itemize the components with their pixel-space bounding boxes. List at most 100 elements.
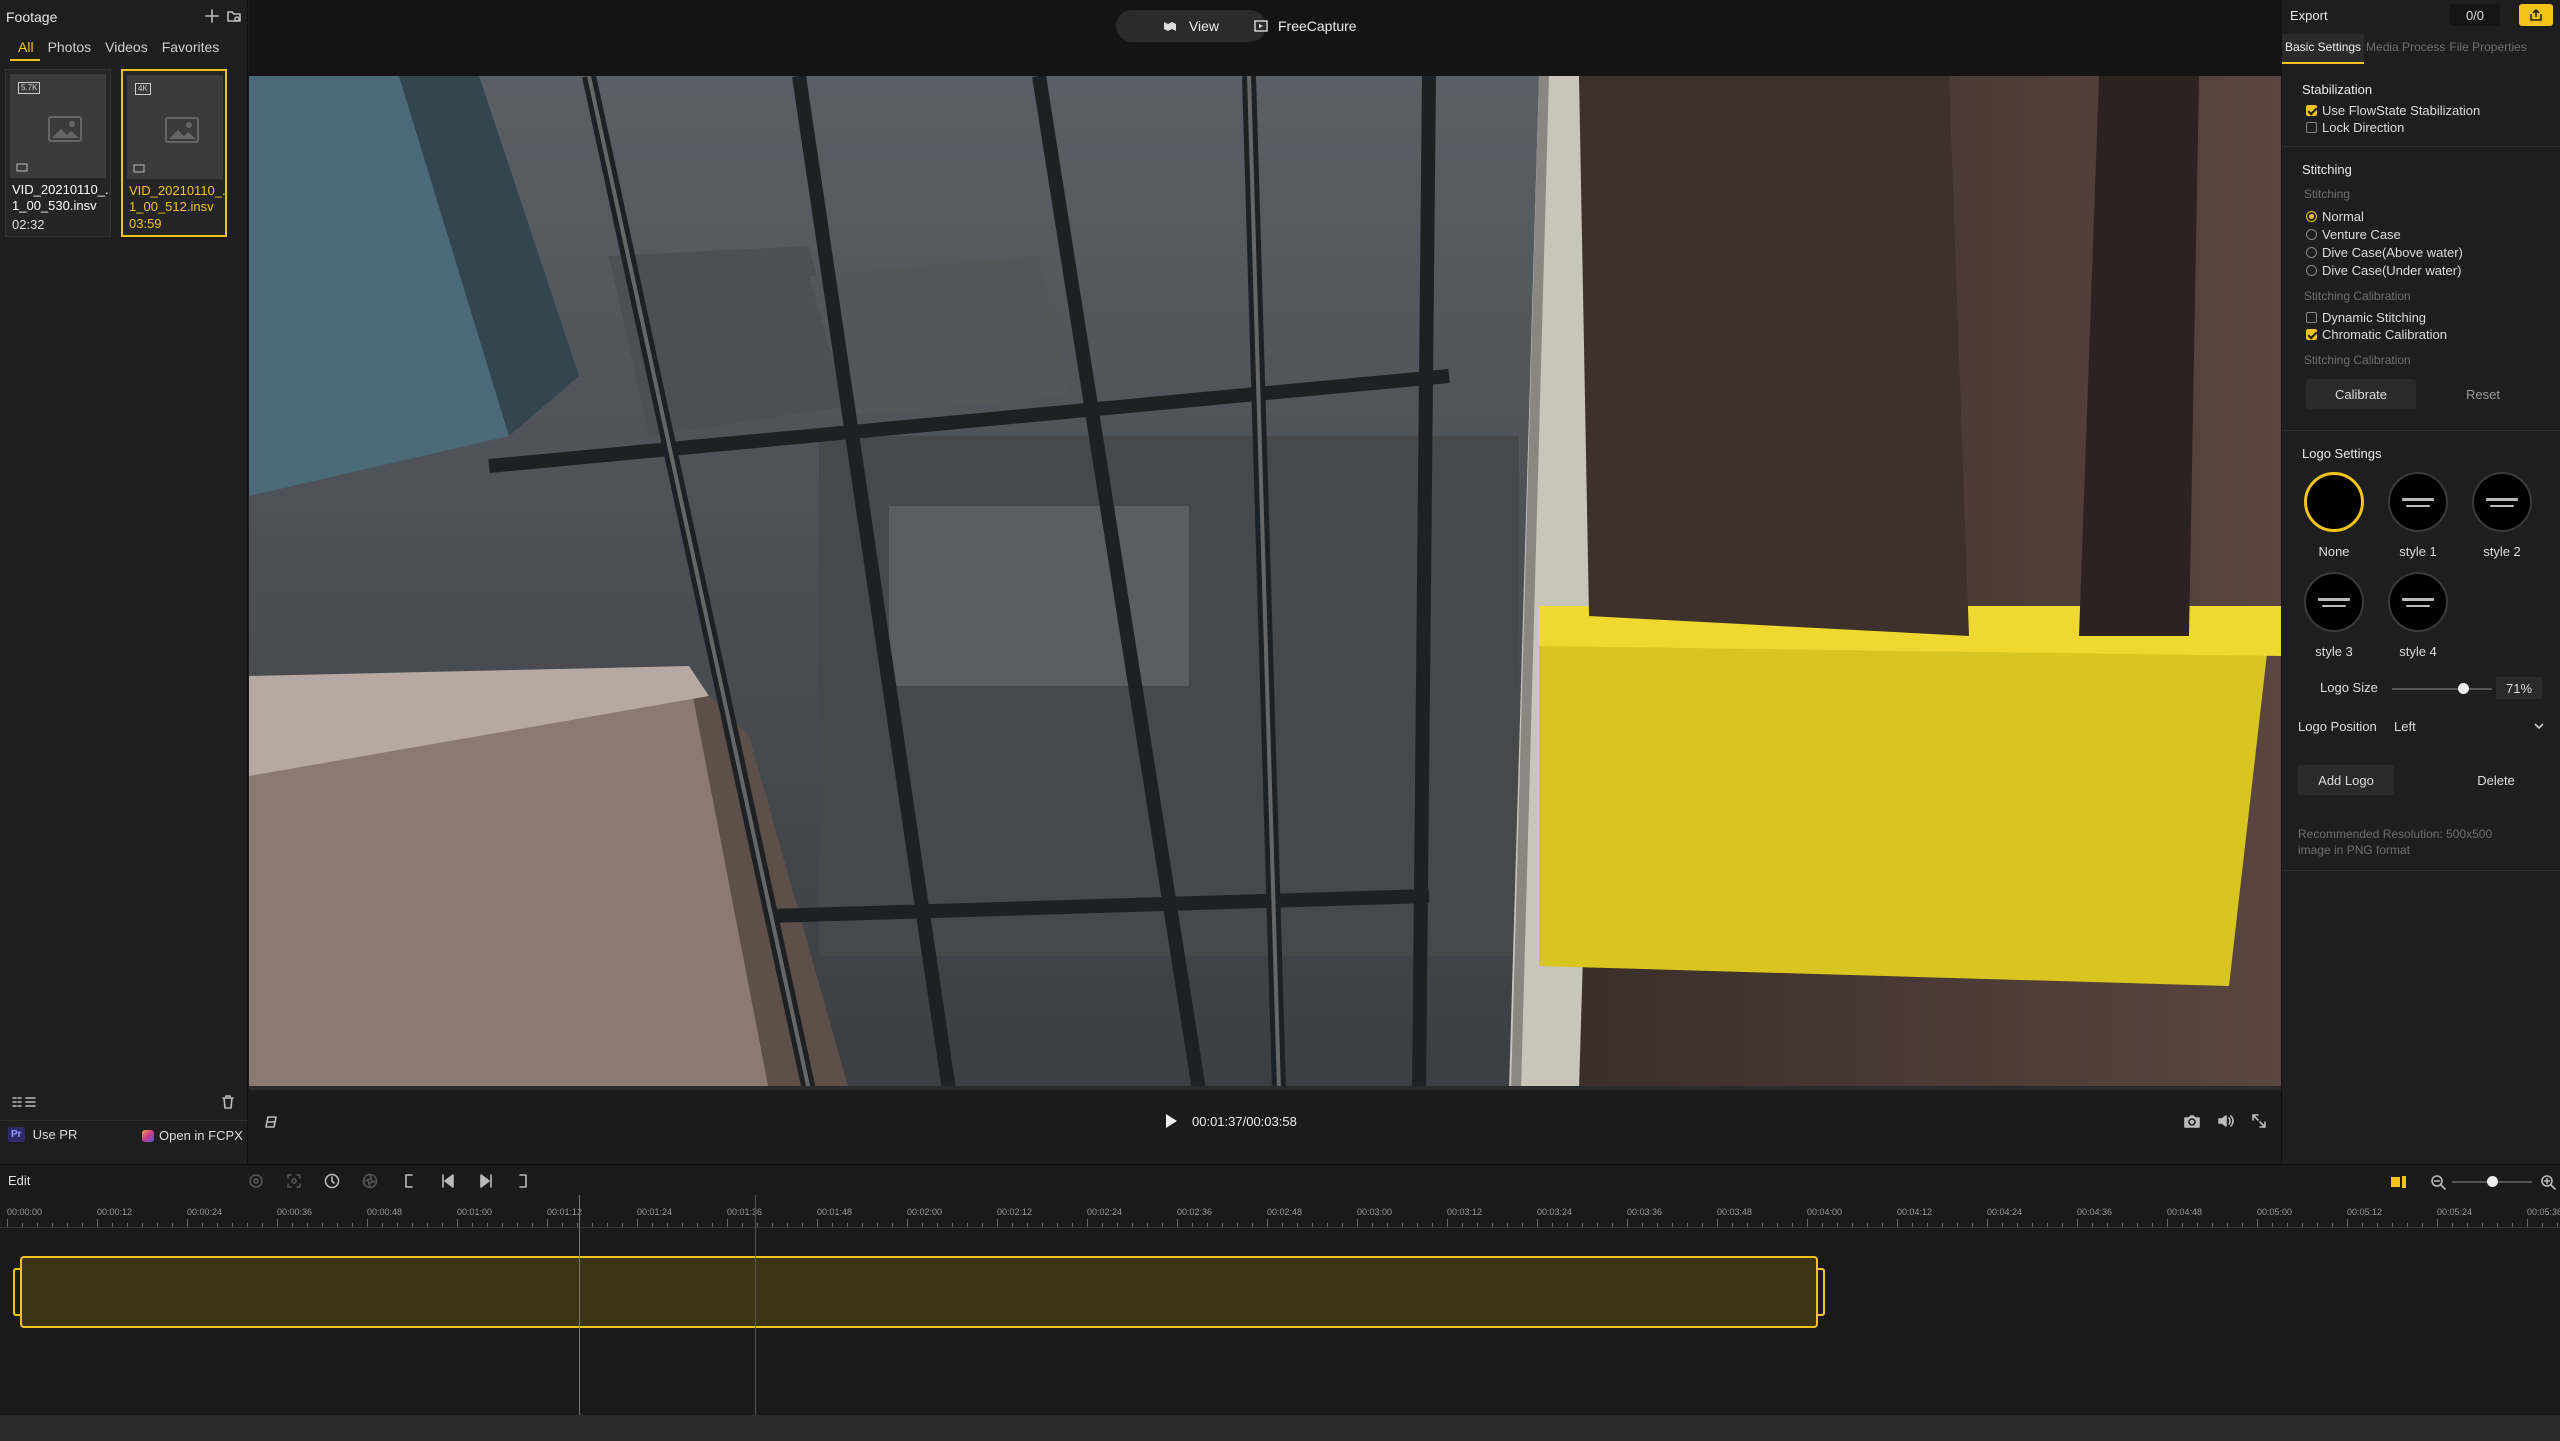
file-duration: 02:32 — [12, 217, 45, 232]
ruler-tick-mark — [1627, 1219, 1628, 1227]
logo-label: None — [2318, 544, 2350, 559]
logo-style-3[interactable] — [2304, 572, 2364, 632]
time-ruler[interactable]: 00:00:00 00:00:12 00:00:24 00:00:36 00:00:48… — [0, 1165, 2560, 1245]
logo-size-value[interactable]: 71% — [2496, 677, 2542, 699]
ruler-tick-label: 00:02:00 — [907, 1207, 943, 1217]
view-icon — [1163, 22, 1176, 31]
chromatic-calibration-checkbox[interactable]: Chromatic Calibration — [2306, 327, 2447, 342]
playhead[interactable] — [755, 1195, 756, 1441]
tab-basic-settings[interactable]: Basic Settings — [2282, 34, 2365, 64]
footage-item[interactable]: 5.7K VID_20210110_... 1_00_530.insv 02:32 — [5, 69, 111, 237]
ruler-tick-label: 00:03:48 — [1717, 1207, 1753, 1217]
lock-direction-checkbox[interactable]: Lock Direction — [2306, 120, 2404, 135]
ruler-tick-label: 00:00:24 — [187, 1207, 223, 1217]
ruler-tick-mark — [1177, 1219, 1178, 1227]
ruler-tick-mark — [367, 1219, 368, 1227]
footage-item-selected[interactable]: 4K VID_20210110_... 1_00_512.insv 03:59 — [121, 69, 227, 237]
export-tabs: Basic Settings Media Process File Proper… — [2282, 34, 2560, 64]
open-fcpx-button[interactable]: Open in FCPX — [142, 1128, 243, 1143]
fullscreen-icon[interactable] — [2251, 1113, 2267, 1129]
ruler-tick-label: 00:02:36 — [1177, 1207, 1213, 1217]
ruler-tick-label: 00:01:24 — [637, 1207, 673, 1217]
export-title: Export — [2290, 8, 2328, 23]
add-logo-button[interactable]: Add Logo — [2298, 765, 2394, 795]
tab-file-properties[interactable]: File Properties — [2447, 34, 2528, 64]
ruler-tick-label: 00:02:24 — [1087, 1207, 1123, 1217]
clip-handle-right[interactable] — [1818, 1268, 1825, 1316]
view-button[interactable]: View — [1116, 10, 1266, 42]
export-button[interactable] — [2519, 4, 2553, 26]
timecode: 00:01:37/00:03:58 — [1192, 1114, 1297, 1129]
calibration-subheading: Stitching Calibration — [2304, 289, 2411, 303]
ruler-tick-label: 00:04:36 — [2077, 1207, 2113, 1217]
tab-photos[interactable]: Photos — [48, 39, 92, 55]
volume-icon[interactable] — [2217, 1113, 2235, 1129]
flowstate-checkbox[interactable]: Use FlowState Stabilization — [2306, 103, 2480, 118]
folder-settings-icon[interactable] — [226, 8, 242, 24]
chevron-down-icon — [2534, 723, 2544, 730]
ruler-tick-label: 00:03:12 — [1447, 1207, 1483, 1217]
gyro-icon[interactable] — [263, 1114, 279, 1130]
tab-videos[interactable]: Videos — [105, 39, 148, 55]
divider — [2282, 870, 2560, 871]
ruler-tick-label: 00:05:12 — [2347, 1207, 2383, 1217]
horizontal-scrollbar[interactable] — [0, 1415, 2560, 1441]
radio-venture-case[interactable]: Venture Case — [2306, 227, 2401, 242]
trash-icon[interactable] — [221, 1095, 235, 1109]
slider-handle[interactable] — [2458, 683, 2469, 694]
ruler-tick-mark — [1537, 1219, 1538, 1227]
ruler-tick-label: 00:03:24 — [1537, 1207, 1573, 1217]
tab-underline — [10, 59, 40, 61]
ruler-tick-mark — [1897, 1219, 1898, 1227]
viewer-toolbar: View FreeCapture — [249, 0, 2281, 76]
logo-style-none[interactable] — [2304, 472, 2364, 532]
ruler-tick-label: 00:00:00 — [7, 1207, 43, 1217]
ruler-tick-mark — [1807, 1219, 1808, 1227]
view-toggle-icon[interactable] — [12, 1096, 38, 1108]
add-icon[interactable] — [204, 8, 220, 24]
logo-style-4[interactable] — [2388, 572, 2448, 632]
dynamic-stitching-checkbox[interactable]: Dynamic Stitching — [2306, 310, 2426, 325]
calibrate-button[interactable]: Calibrate — [2306, 379, 2416, 409]
radio-dive-above[interactable]: Dive Case(Above water) — [2306, 245, 2463, 260]
radio-dive-under[interactable]: Dive Case(Under water) — [2306, 263, 2461, 278]
thumbnail: 5.7K — [10, 74, 106, 178]
snapshot-camera-icon[interactable] — [2183, 1113, 2201, 1129]
ruler-tick-label: 00:00:48 — [367, 1207, 403, 1217]
delete-logo-button[interactable]: Delete — [2448, 765, 2544, 795]
ruler-tick-label: 00:01:36 — [727, 1207, 763, 1217]
in-point-marker[interactable] — [579, 1195, 580, 1441]
radio-normal[interactable]: Normal — [2306, 209, 2364, 224]
logo-position-select[interactable]: Left — [2394, 714, 2544, 738]
camera-icon — [133, 164, 145, 173]
ruler-tick-label: 00:05:24 — [2437, 1207, 2473, 1217]
ruler-tick-label: 00:00:36 — [277, 1207, 313, 1217]
ruler-tick-mark — [457, 1219, 458, 1227]
logo-settings-heading: Logo Settings — [2302, 446, 2382, 461]
play-icon[interactable] — [1164, 1113, 1178, 1129]
clip-handle-left[interactable] — [13, 1268, 20, 1316]
tab-favorites[interactable]: Favorites — [162, 39, 220, 55]
ruler-tick-mark — [2527, 1219, 2528, 1227]
checkbox-checked — [2306, 329, 2317, 340]
radio-unselected — [2306, 265, 2317, 276]
ruler-baseline — [0, 1227, 2560, 1228]
video-preview[interactable] — [249, 76, 2281, 1090]
logo-label: style 4 — [2399, 644, 2437, 659]
tab-all[interactable]: All — [18, 39, 34, 55]
use-pr-button[interactable]: Pr Use PR — [8, 1127, 77, 1142]
tab-media-process[interactable]: Media Process — [2364, 34, 2447, 64]
reset-button[interactable]: Reset — [2428, 379, 2538, 409]
ruler-tick-mark — [1357, 1219, 1358, 1227]
divider — [2282, 146, 2560, 147]
logo-style-1[interactable] — [2388, 472, 2448, 532]
ruler-tick-label: 00:04:48 — [2167, 1207, 2203, 1217]
freecapture-icon — [1254, 20, 1268, 32]
freecapture-button[interactable]: FreeCapture — [1254, 10, 1404, 42]
freecapture-label: FreeCapture — [1278, 18, 1357, 34]
video-clip[interactable] — [13, 1256, 1825, 1328]
ruler-tick-label: 00:04:24 — [1987, 1207, 2023, 1217]
logo-style-2[interactable] — [2472, 472, 2532, 532]
logo-position-label: Logo Position — [2298, 719, 2377, 734]
logo-size-slider[interactable] — [2392, 683, 2492, 694]
